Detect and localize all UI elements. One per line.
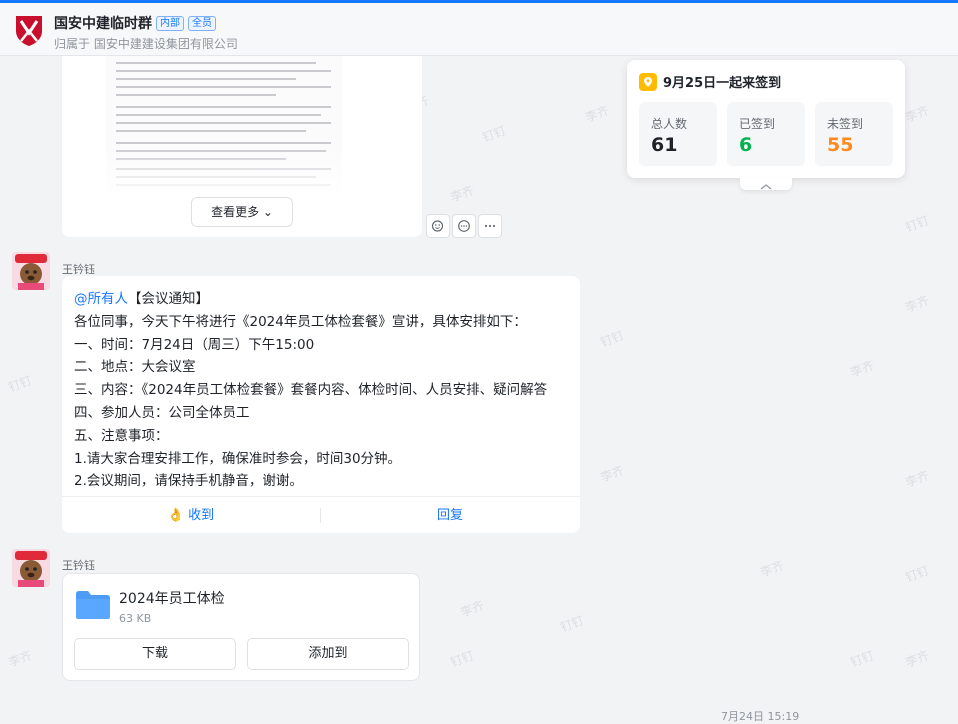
message-timestamp: 7月24日 15:19 [721, 710, 800, 723]
watermark: 李齐 [758, 558, 786, 580]
watermark: 钉钉 [598, 328, 626, 350]
all-staff-badge: 全员 [188, 16, 216, 31]
watermark: 李齐 [598, 463, 626, 485]
file-size: 63 KB [119, 612, 152, 625]
stat-label: 未签到 [827, 117, 864, 131]
comment-icon[interactable] [452, 214, 476, 238]
stat-value: 6 [739, 134, 753, 156]
stat-total: 总人数 61 [639, 102, 717, 166]
file-card[interactable]: 2024年员工体检 63 KB 下载 添加到 [62, 573, 420, 681]
watermark: 李齐 [448, 183, 476, 205]
watermark: 李齐 [848, 358, 876, 380]
watermark: 钉钉 [903, 213, 931, 235]
watermark: 钉钉 [848, 648, 876, 670]
reply-button[interactable]: 回复 [321, 497, 579, 534]
watermark: 钉钉 [6, 373, 34, 395]
watermark: 李齐 [6, 648, 34, 670]
location-pin-icon [639, 72, 657, 91]
watermark: 钉钉 [558, 613, 586, 635]
message-line: 三、内容：《2024年员工体检套餐》套餐内容、体检时间、人员安排、疑问解答 [74, 382, 548, 399]
folder-icon [76, 591, 110, 619]
file-name: 2024年员工体检 [119, 591, 225, 607]
message-line: 五、注意事项： [74, 427, 169, 444]
internal-badge: 内部 [156, 16, 184, 31]
collapse-panel-button[interactable] [740, 178, 792, 190]
message-footer: 👌 收到 回复 [62, 496, 580, 534]
chevron-up-icon [760, 184, 772, 190]
message-line: 2.会议期间，请保持手机静音，谢谢。 [74, 473, 303, 490]
watermark: 李齐 [903, 648, 931, 670]
message-text: @所有人【会议通知】 各位同事，今天下午将进行《2024年员工体检套餐》宣讲，具… [74, 288, 547, 493]
watermark: 李齐 [903, 293, 931, 315]
group-owner-subtitle: 归属于 国安中建建设集团有限公司 [54, 37, 238, 51]
checkin-title: 9月25日一起来签到 [663, 76, 782, 91]
avatar[interactable] [12, 252, 50, 290]
group-name: 国安中建临时群 [54, 16, 152, 32]
add-reaction-icon[interactable] [426, 214, 450, 238]
stat-unsigned[interactable]: 未签到 55 [815, 102, 893, 166]
checkin-panel[interactable]: 9月25日一起来签到 总人数 61 已签到 6 未签到 55 [627, 60, 905, 178]
message-line: 1.请大家合理安排工作，确保准时参会，时间30分钟。 [74, 450, 402, 467]
watermark: 李齐 [903, 468, 931, 490]
avatar[interactable] [12, 549, 50, 587]
stat-value: 61 [651, 134, 678, 156]
stat-value: 55 [827, 134, 854, 156]
watermark: 李齐 [458, 598, 486, 620]
message-actions [426, 214, 502, 238]
watermark: 李齐 [583, 103, 611, 125]
watermark: 李齐 [903, 103, 931, 125]
watermark: 钉钉 [448, 648, 476, 670]
watermark: 钉钉 [903, 563, 931, 585]
view-more-button[interactable]: 查看更多 ⌄ [191, 197, 293, 227]
sender-name[interactable]: 王钤钰 [62, 261, 95, 277]
add-to-button[interactable]: 添加到 [247, 638, 409, 670]
group-title[interactable]: 国安中建临时群 内部 全员 [54, 13, 216, 33]
mention-all[interactable]: @所有人 [74, 291, 128, 307]
message-line: 四、参加人员：公司全体员工 [74, 404, 250, 421]
message-line: 各位同事，今天下午将进行《2024年员工体检套餐》宣讲，具体安排如下： [74, 313, 527, 330]
download-button[interactable]: 下载 [74, 638, 236, 670]
sender-name[interactable]: 王钤钰 [62, 557, 95, 573]
message-line: 【会议通知】 [128, 291, 209, 307]
receive-button[interactable]: 👌 收到 [62, 497, 320, 534]
message-line: 二、地点：大会议室 [74, 359, 196, 376]
stat-label: 总人数 [651, 117, 688, 131]
more-options-icon[interactable] [478, 214, 502, 238]
message-bubble[interactable]: @所有人【会议通知】 各位同事，今天下午将进行《2024年员工体检套餐》宣讲，具… [62, 276, 580, 533]
message-line: 一、时间：7月24日（周三）下午15:00 [74, 336, 315, 353]
stat-signed[interactable]: 已签到 6 [727, 102, 805, 166]
watermark: 钉钉 [480, 123, 508, 145]
chat-header: 国安中建临时群 内部 全员 归属于 国安中建建设集团有限公司 [0, 3, 958, 56]
group-logo-icon[interactable] [12, 13, 46, 47]
stat-label: 已签到 [739, 117, 776, 131]
